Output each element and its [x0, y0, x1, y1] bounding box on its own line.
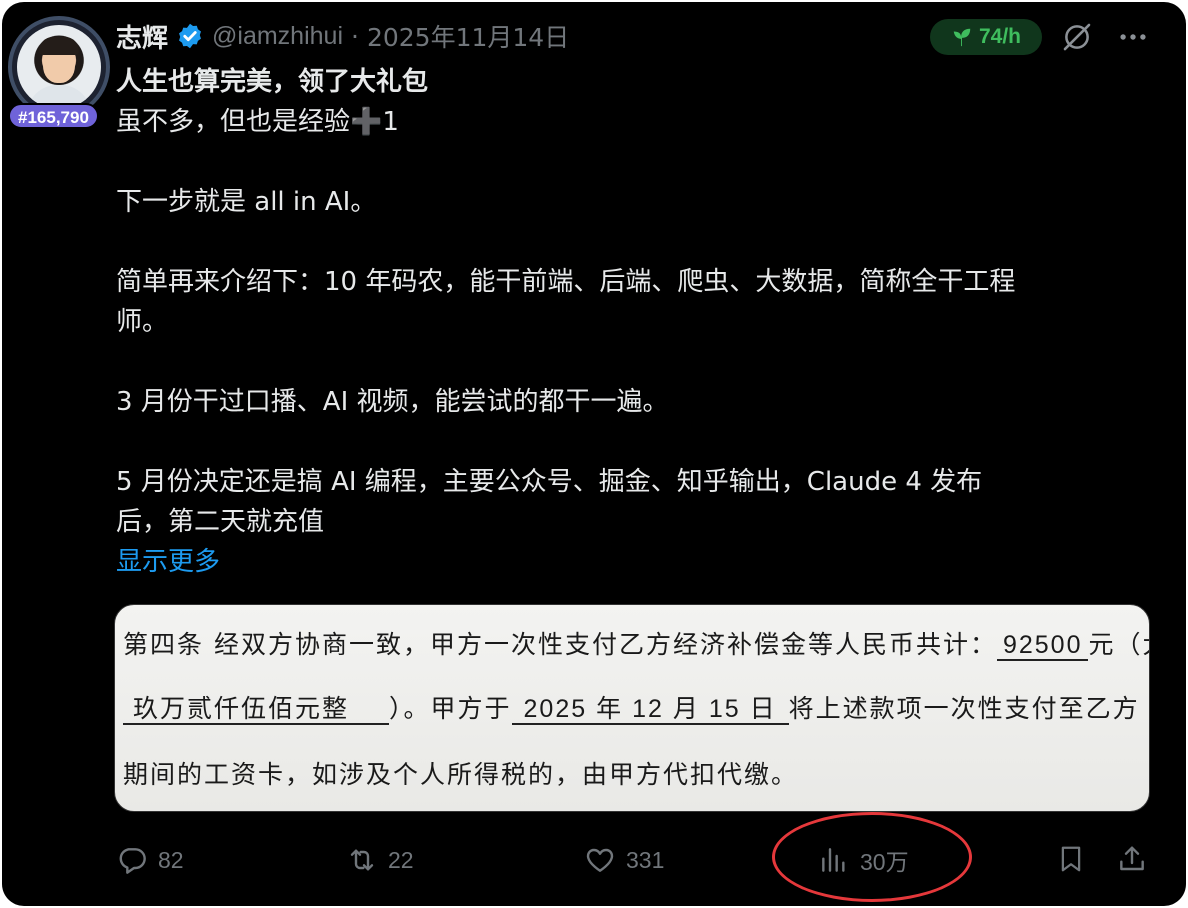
rank-badge: #165,790	[8, 103, 99, 129]
heart-icon	[586, 848, 614, 872]
post-line: 人生也算完美，领了大礼包	[116, 67, 429, 97]
avatar-image	[17, 25, 101, 109]
sprout-icon	[953, 28, 971, 47]
post-line: 虽不多，但也是经验➕1	[116, 107, 399, 137]
rate-label: 74/h	[978, 25, 1022, 48]
post-card: #165,790 志辉 @iamzhihui · 2025年11月14日 74/…	[2, 2, 1186, 906]
rate-badge[interactable]: 74/h	[930, 19, 1042, 55]
repost-icon	[350, 849, 374, 871]
bookmark-icon[interactable]	[1056, 842, 1086, 876]
attached-image[interactable]: 第四条 经双方协商一致，甲方一次性支付乙方经济补偿金等人民币共计： 92500 元（…	[114, 604, 1150, 812]
reply-button[interactable]: 82	[116, 838, 184, 882]
verified-badge-icon	[179, 23, 201, 49]
document-line-2: 玖万贰仟伍佰元整 ）。甲方于 2025 年 12 月 15 日将上述款项一次性支付至…	[123, 689, 1140, 725]
views-highlight-annotation	[772, 812, 972, 902]
display-name[interactable]: 志辉	[116, 18, 168, 55]
post-line: 简单再来介绍下：10 年码农，能干前端、后端、爬虫、大数据，简称全干工程	[116, 267, 1016, 297]
post-line: 3 月份干过口播、AI 视频，能尝试的都干一遍。	[116, 387, 669, 417]
grok-slash-icon[interactable]	[1060, 20, 1094, 54]
document-line-3: 期间的工资卡，如涉及个人所得税的，由甲方代扣代缴。	[123, 760, 799, 789]
reply-icon	[119, 848, 146, 874]
post-line	[116, 342, 1156, 382]
separator-dot: ·	[351, 21, 359, 51]
more-dots-icon[interactable]	[1116, 20, 1150, 54]
post-header: 志辉 @iamzhihui · 2025年11月14日	[116, 16, 569, 56]
repost-count: 22	[388, 846, 414, 873]
post-line: 下一步就是 all in AI。	[116, 187, 377, 217]
post-line: 5 月份决定还是搞 AI 编程，主要公众号、掘金、知乎输出，Claude 4 发…	[116, 467, 983, 497]
share-icon[interactable]	[1116, 842, 1148, 876]
repost-button[interactable]: 22	[346, 838, 414, 882]
post-line	[116, 142, 1156, 182]
post-line: 后，第二天就充值	[116, 507, 325, 537]
post-line: 师。	[116, 307, 169, 337]
post-date[interactable]: 2025年11月14日	[367, 18, 569, 54]
show-more-link[interactable]: 显示更多	[116, 542, 1156, 582]
post-line	[116, 222, 1156, 262]
reply-count: 82	[158, 846, 184, 873]
post-line	[116, 422, 1156, 462]
post-text: 人生也算完美，领了大礼包 虽不多，但也是经验➕1 下一步就是 all in AI…	[116, 62, 1156, 582]
like-count: 331	[626, 846, 665, 873]
like-button[interactable]: 331	[584, 838, 664, 882]
action-bar: 82 22 331 30万	[116, 838, 1156, 882]
document-line-1: 第四条 经双方协商一致，甲方一次性支付乙方经济补偿金等人民币共计： 92500 元（…	[123, 630, 1149, 661]
user-handle[interactable]: @iamzhihui	[212, 22, 343, 51]
